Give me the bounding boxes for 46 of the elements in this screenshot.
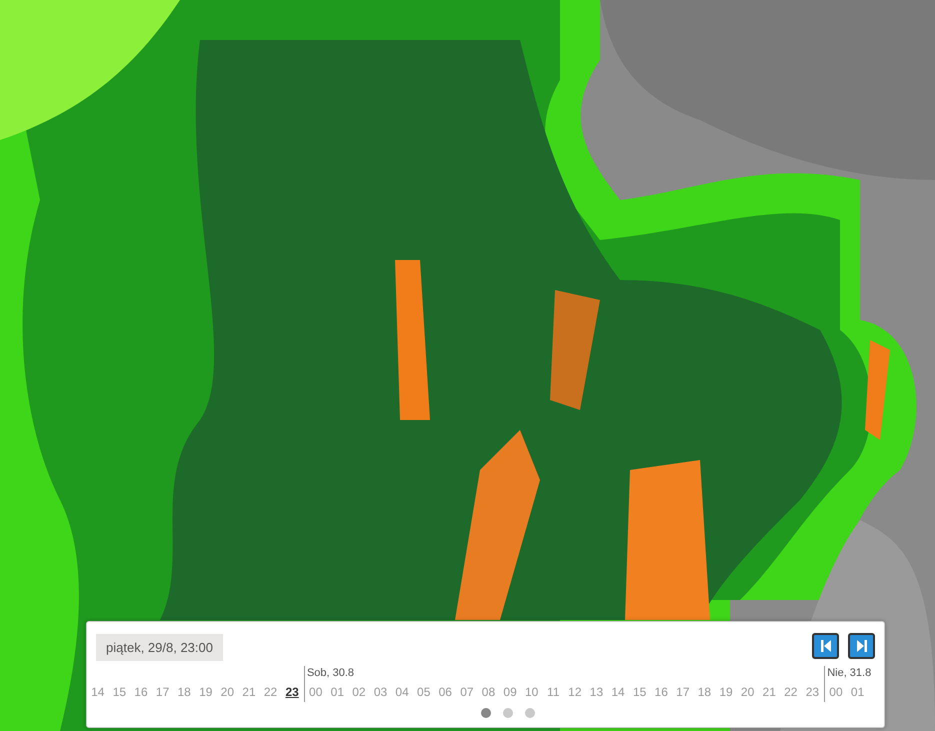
hour-item[interactable]: 06 [434, 685, 456, 699]
hour-item[interactable]: 04 [391, 685, 413, 699]
hour-item[interactable]: 08 [478, 685, 500, 699]
hour-item[interactable]: 20 [736, 685, 758, 699]
hour-item[interactable]: 00 [825, 685, 847, 699]
hour-item[interactable]: 21 [758, 685, 780, 699]
hour-item[interactable]: 14 [87, 685, 109, 699]
day-label: Nie, 31.8 [827, 667, 872, 679]
hour-item[interactable]: 02 [348, 685, 370, 699]
hour-item[interactable]: 19 [715, 685, 737, 699]
hour-item[interactable]: 16 [130, 685, 152, 699]
hour-item[interactable]: 09 [499, 685, 521, 699]
hour-item[interactable]: 17 [152, 685, 174, 699]
hour-item[interactable]: 03 [370, 685, 392, 699]
hour-item[interactable]: 01 [846, 685, 868, 699]
hour-item[interactable]: 19 [194, 685, 217, 699]
skip-back-icon [820, 640, 830, 652]
page-dot[interactable] [480, 708, 490, 718]
hour-item[interactable]: 14 [607, 685, 629, 699]
day-label: Sob, 30.8 [306, 667, 354, 679]
hour-item[interactable]: 21 [238, 685, 260, 699]
page-dot[interactable] [502, 708, 512, 718]
hour-item[interactable]: 20 [216, 685, 238, 699]
hour-item[interactable]: 23 [281, 685, 303, 699]
hour-item[interactable]: 00 [304, 685, 327, 699]
hour-item[interactable]: 07 [456, 685, 478, 699]
hour-item[interactable]: 22 [260, 685, 282, 699]
hour-item[interactable]: 23 [802, 685, 824, 699]
hour-item[interactable]: 18 [173, 685, 195, 699]
hour-item[interactable]: 01 [326, 685, 348, 699]
page-dot[interactable] [524, 708, 534, 718]
hour-item[interactable]: 15 [628, 685, 650, 699]
hour-item[interactable]: 11 [542, 685, 564, 699]
hour-item[interactable]: 05 [412, 685, 434, 699]
hour-item[interactable]: 22 [780, 685, 802, 699]
hour-item[interactable]: 17 [672, 685, 694, 699]
date-label: piątek, 29/8, 23:00 [96, 634, 223, 661]
previous-button[interactable] [812, 633, 839, 659]
hour-item[interactable]: 16 [650, 685, 672, 699]
hour-item[interactable]: 15 [108, 685, 130, 699]
hour-item[interactable]: 13 [586, 685, 608, 699]
skip-forward-icon [856, 640, 866, 652]
hour-item[interactable]: 18 [694, 685, 716, 699]
hour-item[interactable]: 12 [564, 685, 586, 699]
hour-item[interactable]: 10 [520, 685, 542, 699]
next-button[interactable] [848, 633, 875, 659]
